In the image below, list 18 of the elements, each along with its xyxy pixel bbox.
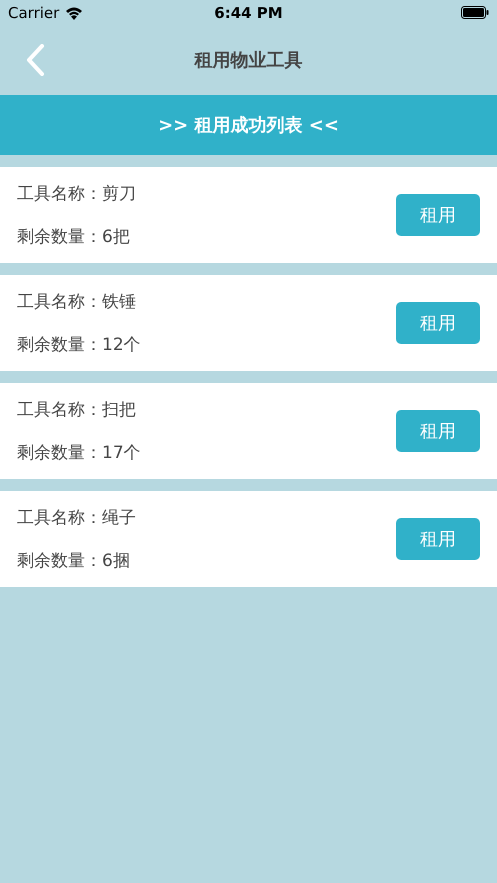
rent-button[interactable]: 租用 [396, 518, 480, 560]
wifi-icon [65, 6, 84, 20]
page-title: 租用物业工具 [194, 49, 302, 72]
tool-name: 工具名称：铁锤 [17, 291, 137, 313]
rent-button[interactable]: 租用 [396, 302, 480, 344]
tool-name: 工具名称：剪刀 [17, 183, 136, 205]
tool-quantity: 剩余数量：17个 [17, 442, 141, 464]
banner-title: >> 租用成功列表 << [158, 114, 339, 137]
tool-quantity: 剩余数量：12个 [17, 334, 141, 356]
carrier-name: Carrier [8, 4, 60, 22]
tool-quantity: 剩余数量：6捆 [17, 550, 131, 572]
rent-button[interactable]: 租用 [396, 410, 480, 452]
battery-icon [461, 6, 489, 19]
tool-name: 工具名称：扫把 [17, 399, 137, 421]
rent-button[interactable]: 租用 [396, 194, 480, 236]
tool-name: 工具名称：绳子 [17, 507, 136, 529]
tool-quantity: 剩余数量：6把 [17, 226, 131, 248]
status-time: 6:44 PM [214, 4, 283, 22]
